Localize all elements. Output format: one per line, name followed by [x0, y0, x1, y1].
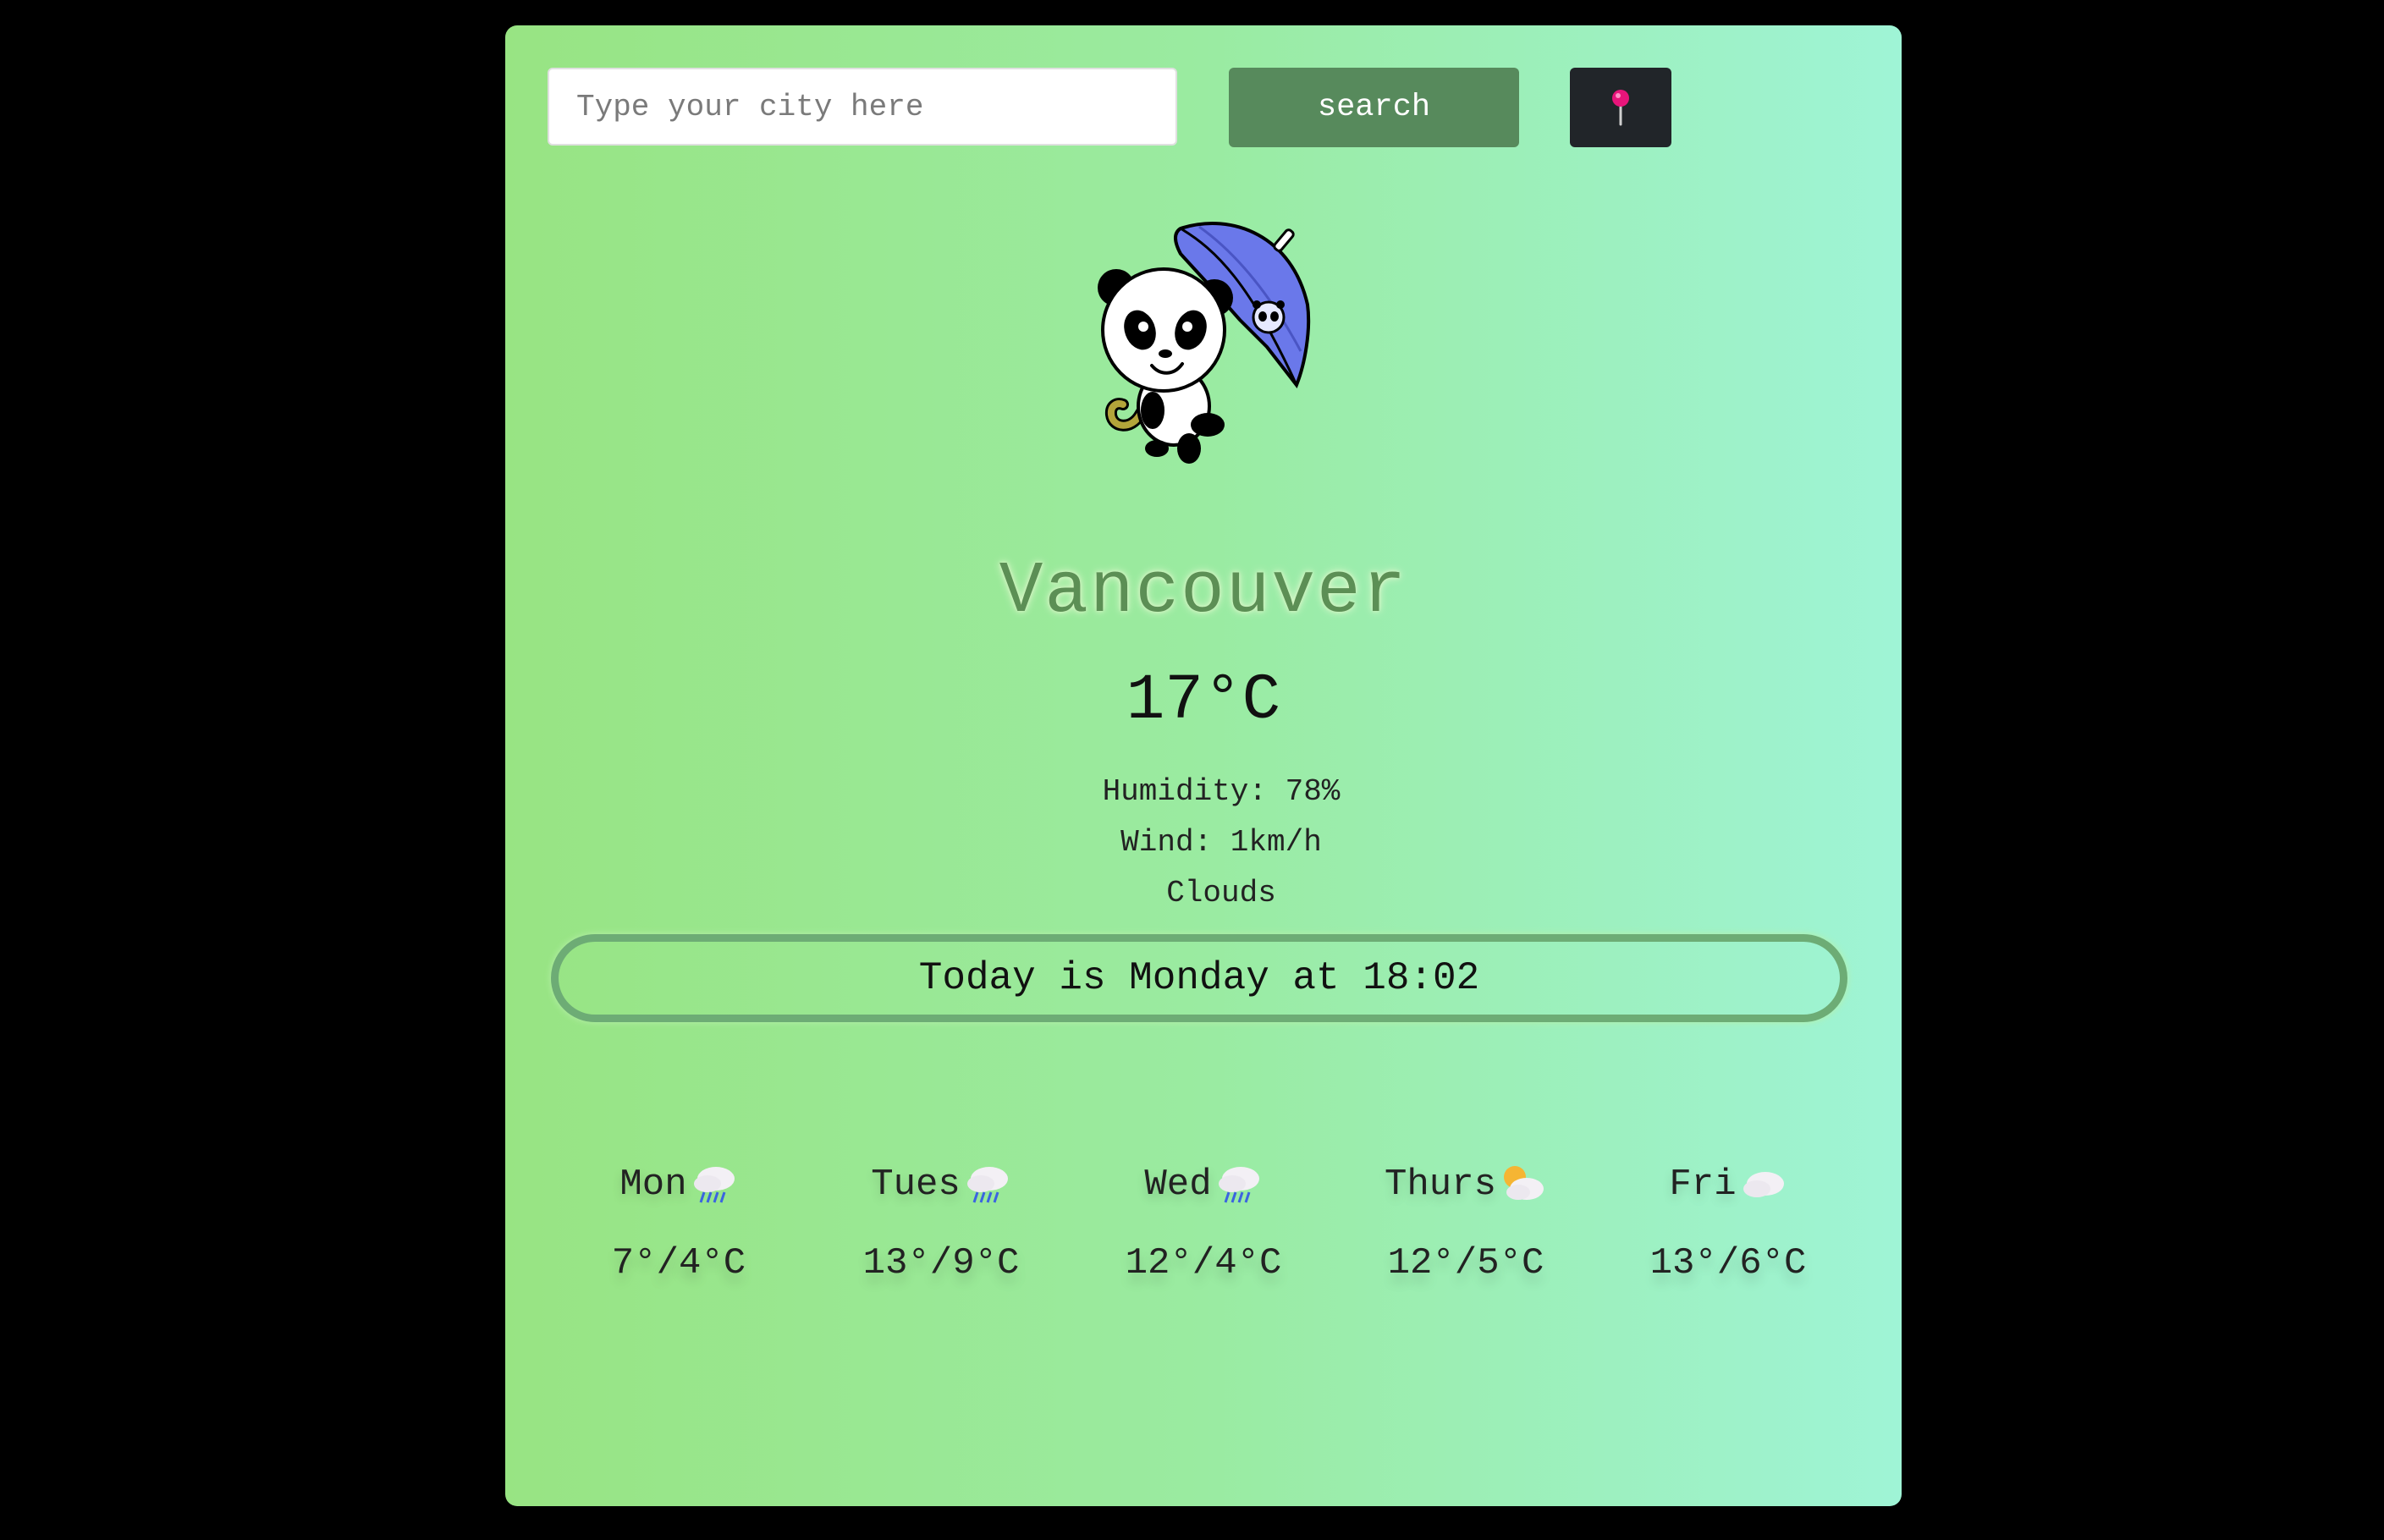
humidity-text: Humidity: 78%: [1102, 774, 1341, 809]
forecast-day-name: Tues: [871, 1163, 961, 1206]
forecast-temperature: 13°/6°C: [1649, 1242, 1807, 1284]
forecast-day-name: Mon: [619, 1163, 687, 1206]
cloud-icon: [1743, 1172, 1784, 1197]
forecast-temperature: 13°/9°C: [862, 1242, 1020, 1284]
rain-cloud-icon: [693, 1167, 735, 1203]
forecast-day: Fri 13°/6°C: [1597, 1151, 1859, 1284]
forecast-day: Tues 13°/9°C: [810, 1151, 1072, 1284]
forecast-day-name: Fri: [1669, 1163, 1737, 1206]
rain-cloud-icon: [966, 1167, 1008, 1203]
forecast-day: Mon 7°/4°C: [548, 1151, 810, 1284]
current-date-time: Today is Monday at 18:02: [551, 934, 1847, 1022]
forecast-day: Thurs 12°/5°C: [1335, 1151, 1597, 1284]
current-location-button[interactable]: [1570, 68, 1671, 147]
search-button[interactable]: search: [1229, 68, 1519, 147]
sun-behind-cloud-icon: [1504, 1166, 1544, 1200]
condition-text: Clouds: [1166, 876, 1276, 910]
forecast-temperature: 12°/5°C: [1387, 1242, 1544, 1284]
forecast-temperature: 12°/4°C: [1125, 1242, 1282, 1284]
current-temperature: 17°C: [1126, 664, 1281, 737]
pin-icon: [1612, 90, 1629, 126]
forecast-day-name: Thurs: [1384, 1163, 1497, 1206]
forecast-temperature: 7°/4°C: [611, 1242, 746, 1284]
city-search-input[interactable]: [548, 68, 1177, 146]
forecast-day-name: Wed: [1144, 1163, 1212, 1206]
five-day-forecast: Mon 7°/4°C Tues 13°/9°C Wed 12°/4°C Thur…: [548, 1151, 1859, 1320]
weather-card: search: [505, 25, 1902, 1506]
panda-umbrella-illustration: [1098, 222, 1311, 464]
wind-text: Wind: 1km/h: [1120, 825, 1322, 860]
forecast-day: Wed 12°/4°C: [1072, 1151, 1335, 1284]
city-name: Vancouver: [999, 550, 1408, 633]
rain-cloud-icon: [1218, 1167, 1259, 1203]
